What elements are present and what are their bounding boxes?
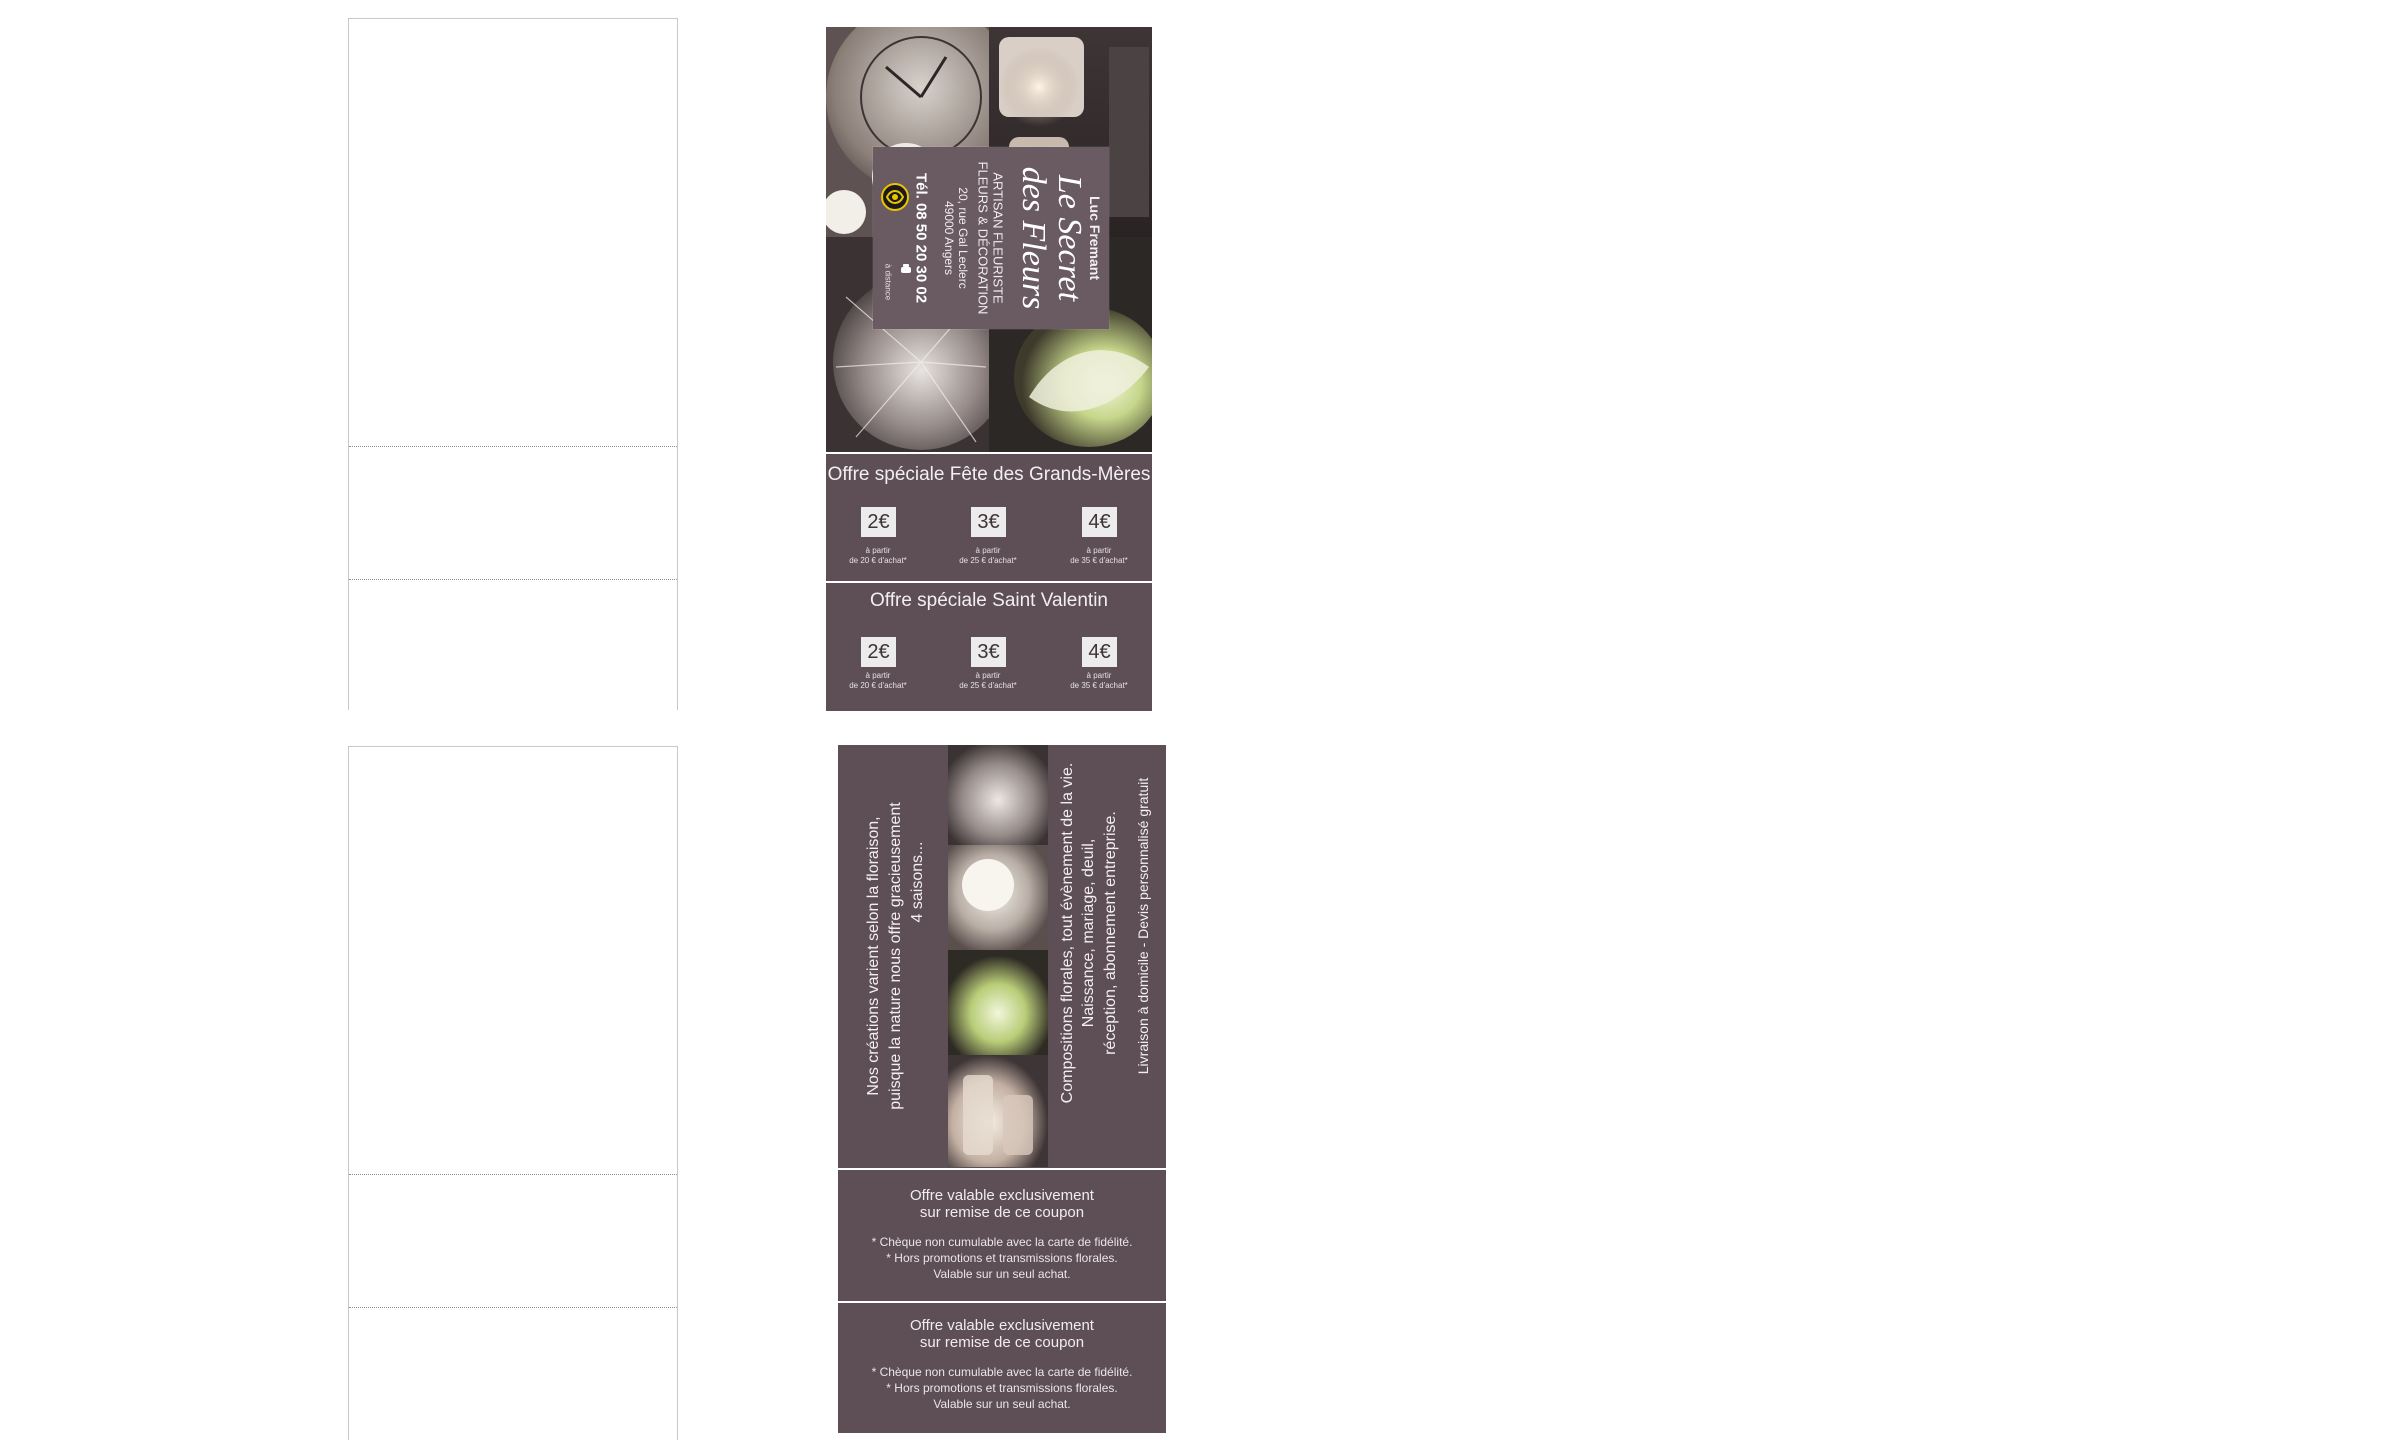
validity-conditions: * Chèque non cumulable avec la carte de …: [871, 1365, 1133, 1411]
price-condition: à partir de 25 € d'achat*: [959, 546, 1017, 565]
coupon-divider: [838, 1168, 1166, 1170]
back-right-line-3: réception, abonnement entreprise.: [1102, 811, 1119, 1055]
back-left-line-3: 4 saisons...: [909, 841, 926, 923]
validity-conditions: * Chèque non cumulable avec la carte de …: [871, 1235, 1133, 1281]
remote-label: à distance: [883, 263, 893, 301]
coupon-divider: [826, 581, 1152, 583]
coupon-divider: [826, 452, 1152, 454]
back-right-line-1: Compositions florales, tout évènement de…: [1059, 762, 1076, 1104]
price-badge: 2€: [861, 637, 896, 667]
trade-line-2: FLEURS & DÉCORATION: [975, 161, 991, 315]
back-left-line-2: puisque la nature nous offre gracieuseme…: [887, 802, 904, 1110]
photo-strip-graphic: [948, 745, 1048, 1167]
phone-number: Tél. 08 50 20 30 02: [912, 172, 930, 304]
price-condition: à partir de 25 € d'achat*: [959, 671, 1017, 690]
coupon-title: Offre spéciale Saint Valentin: [870, 590, 1108, 611]
front-card: Luc Fremant Le Secret des Fleurs ARTISAN…: [826, 27, 1152, 711]
validity-title: Offre valable exclusivement sur remise d…: [910, 1187, 1094, 1221]
owner-name: Luc Fremant: [1087, 195, 1103, 281]
price-condition: à partir de 20 € d'achat*: [849, 671, 907, 690]
price-badge: 3€: [971, 637, 1006, 667]
identity-box: Luc Fremant Le Secret des Fleurs ARTISAN…: [873, 147, 1109, 329]
fold-line: [349, 1307, 677, 1308]
fold-line: [349, 446, 677, 447]
trade-line-1: ARTISAN FLEURISTE: [990, 172, 1006, 304]
fold-line: [349, 1174, 677, 1175]
address-line-1: 20, rue Gal Leclerc: [956, 187, 970, 289]
price-badge: 3€: [971, 507, 1006, 537]
interflora-logo-icon: [881, 183, 909, 211]
price-badge: 4€: [1082, 507, 1117, 537]
coupon-title: Offre spéciale Fête des Grands-Mères: [827, 464, 1151, 485]
back-right-line-2: Naissance, mariage, deuil,: [1080, 838, 1097, 1028]
back-right-line-4: Livraison à domicile - Devis personnalis…: [1135, 777, 1151, 1075]
back-left-line-1: Nos créations varient selon la floraison…: [865, 816, 882, 1096]
blank-template-top: [348, 18, 678, 710]
fold-line: [349, 579, 677, 580]
price-condition: à partir de 35 € d'achat*: [1070, 546, 1128, 565]
blank-template-bottom: [348, 746, 678, 1440]
price-condition: à partir de 35 € d'achat*: [1070, 671, 1128, 690]
price-badge: 2€: [861, 507, 896, 537]
price-badge: 4€: [1082, 637, 1117, 667]
brand-line-2: des Fleurs: [1015, 166, 1052, 310]
photo-strip: [948, 745, 1048, 1167]
address-line-2: 49000 Angers: [942, 200, 956, 276]
back-card: Nos créations varient selon la floraison…: [838, 745, 1166, 1433]
brand-line-1: Le Secret: [1051, 174, 1088, 302]
coupon-divider: [838, 1301, 1166, 1303]
validity-title: Offre valable exclusivement sur remise d…: [910, 1317, 1094, 1351]
price-condition: à partir de 20 € d'achat*: [849, 546, 907, 565]
telephone-icon: [900, 259, 912, 273]
